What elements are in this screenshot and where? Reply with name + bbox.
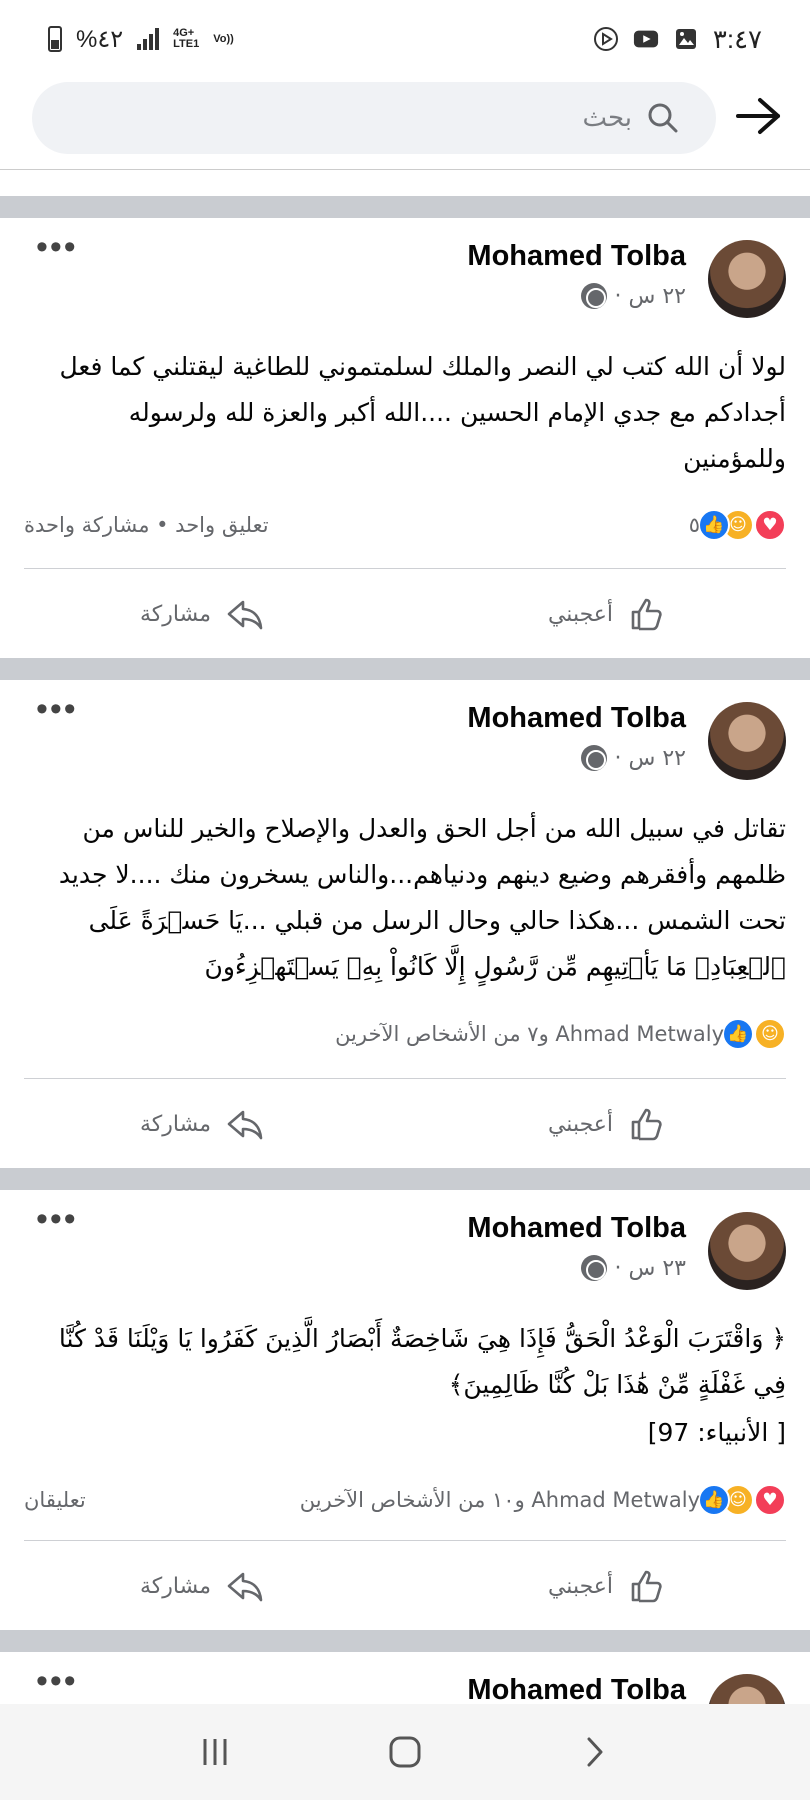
post-meta: ٢٣ س ·	[580, 1255, 686, 1281]
post-card: Mohamed Tolba ٢٢ س · ••• تقاتل في سبيل ا…	[0, 680, 810, 1168]
search-box[interactable]	[32, 82, 716, 154]
post-time[interactable]: ٢٢ س ·	[615, 284, 686, 309]
like-label: أعجبني	[547, 601, 614, 627]
action-separator	[24, 1078, 786, 1079]
reaction-count[interactable]: ٥	[689, 513, 700, 537]
globe-icon	[580, 745, 607, 771]
like-reaction-icon: 👍	[698, 509, 730, 541]
action-separator	[24, 568, 786, 569]
action-bar: أعجبني مشاركة	[0, 1556, 810, 1616]
more-dots-icon[interactable]: •••	[36, 1664, 78, 1698]
post-text: لولا أن الله كتب لي النصر والملك لسلمتمو…	[59, 352, 786, 473]
reactions-row: ♥ ☺ 👍 Ahmad Metwaly و١٠ من الأشخاص الآخر…	[24, 1480, 786, 1520]
network-indicator: 4G+ LTE1	[173, 28, 199, 50]
avatar[interactable]	[708, 702, 786, 780]
recent-apps-button[interactable]	[185, 1722, 245, 1782]
avatar[interactable]	[708, 240, 786, 318]
post-time[interactable]: ٢٢ س ·	[615, 746, 686, 771]
love-reaction-icon: ♥	[754, 509, 786, 541]
search-header	[0, 78, 810, 170]
reaction-icons[interactable]: ♥ ☺ 👍 Ahmad Metwaly و١٠ من الأشخاص الآخر…	[300, 1484, 786, 1516]
home-icon	[389, 1736, 421, 1768]
feed-divider	[0, 1168, 810, 1190]
engagement-summary[interactable]: تعليقان	[24, 1488, 86, 1512]
like-label: أعجبني	[547, 1111, 614, 1137]
reactions-row: ♥ ☺ 👍 ٥ تعليق واحد • مشاركة واحدة	[24, 505, 786, 545]
post-text: ﴿ وَاقْتَرَبَ الْوَعْدُ الْحَقُّ فَإِذَا…	[58, 1324, 786, 1399]
post-card: Mohamed Tolba ٢٢ س · ••• لولا أن الله كت…	[0, 218, 810, 658]
share-label: مشاركة	[140, 1573, 212, 1599]
status-left: %٤٢ 4G+ LTE1 Vo))	[48, 25, 234, 54]
post-author[interactable]: Mohamed Tolba	[467, 702, 686, 735]
share-button[interactable]: مشاركة	[0, 1094, 405, 1154]
care-reaction-icon: ☺	[754, 1018, 786, 1050]
share-button[interactable]: مشاركة	[0, 1556, 405, 1616]
volte-indicator: Vo))	[213, 32, 234, 45]
like-label: أعجبني	[547, 1573, 614, 1599]
home-button[interactable]	[375, 1722, 435, 1782]
back-button[interactable]	[565, 1722, 625, 1782]
more-dots-icon[interactable]: •••	[36, 1202, 78, 1236]
search-input[interactable]	[432, 103, 632, 133]
more-dots-icon[interactable]: •••	[36, 230, 78, 264]
share-label: مشاركة	[140, 601, 212, 627]
like-button[interactable]: أعجبني	[405, 1556, 810, 1616]
thumbs-up-icon	[631, 1570, 662, 1603]
like-reaction-icon: 👍	[698, 1484, 730, 1516]
chevron-right-icon	[587, 1737, 603, 1767]
share-label: مشاركة	[140, 1111, 212, 1137]
feed-divider	[0, 196, 810, 218]
action-bar: أعجبني مشاركة	[0, 1094, 810, 1154]
post-time[interactable]: ٢٣ س ·	[615, 1256, 686, 1281]
reaction-icons[interactable]: ♥ ☺ 👍 ٥	[689, 509, 786, 541]
post-text: تقاتل في سبيل الله من أجل الحق والعدل وا…	[58, 814, 786, 981]
status-right: ٣:٤٧	[593, 24, 762, 55]
globe-icon	[580, 283, 607, 309]
battery-icon	[48, 26, 62, 52]
back-arrow-icon[interactable]	[736, 96, 782, 136]
post-reference: [ الأنبياء: 97]	[647, 1418, 786, 1447]
post-author[interactable]: Mohamed Tolba	[467, 1674, 686, 1707]
post-card: Mohamed Tolba ٢٣ س · ••• ﴿ وَاقْتَرَبَ ا…	[0, 1190, 810, 1630]
post-author[interactable]: Mohamed Tolba	[467, 240, 686, 273]
post-author[interactable]: Mohamed Tolba	[467, 1212, 686, 1245]
reaction-icons[interactable]: ☺ 👍 Ahmad Metwaly و٧ من الأشخاص الآخرين	[335, 1018, 786, 1050]
reactions-row: ☺ 👍 Ahmad Metwaly و٧ من الأشخاص الآخرين	[24, 1014, 786, 1054]
network-lte: LTE1	[173, 38, 200, 50]
reaction-summary[interactable]: Ahmad Metwaly و٧ من الأشخاص الآخرين	[335, 1022, 724, 1046]
post-card: Mohamed Tolba •••	[0, 1652, 810, 1712]
avatar[interactable]	[708, 1212, 786, 1290]
share-arrow-icon	[227, 600, 263, 630]
media-play-icon	[593, 26, 619, 52]
post-meta: ٢٢ س ·	[580, 283, 686, 309]
like-reaction-icon: 👍	[722, 1018, 754, 1050]
youtube-icon	[633, 26, 659, 52]
like-button[interactable]: أعجبني	[405, 1094, 810, 1154]
signal-icon	[137, 28, 160, 50]
clock: ٣:٤٧	[712, 23, 762, 54]
love-reaction-icon: ♥	[754, 1484, 786, 1516]
share-button[interactable]: مشاركة	[0, 584, 405, 644]
post-meta: ٢٢ س ·	[580, 745, 686, 771]
share-arrow-icon	[227, 1572, 263, 1602]
battery-percent: %٤٢	[76, 25, 124, 53]
system-nav-bar	[0, 1704, 810, 1800]
feed-divider	[0, 1630, 810, 1652]
feed-divider	[0, 658, 810, 680]
thumbs-up-icon	[631, 598, 662, 631]
share-arrow-icon	[227, 1110, 263, 1140]
more-dots-icon[interactable]: •••	[36, 692, 78, 726]
gallery-icon	[673, 26, 699, 52]
recent-apps-icon	[203, 1739, 227, 1765]
thumbs-up-icon	[631, 1108, 662, 1141]
search-icon	[648, 103, 678, 133]
reaction-summary[interactable]: Ahmad Metwaly و١٠ من الأشخاص الآخرين	[300, 1488, 700, 1512]
action-separator	[24, 1540, 786, 1541]
globe-icon	[580, 1255, 607, 1281]
action-bar: أعجبني مشاركة	[0, 584, 810, 644]
status-bar: %٤٢ 4G+ LTE1 Vo)) ٣:٤٧	[0, 0, 810, 78]
like-button[interactable]: أعجبني	[405, 584, 810, 644]
engagement-summary[interactable]: تعليق واحد • مشاركة واحدة	[24, 513, 269, 537]
